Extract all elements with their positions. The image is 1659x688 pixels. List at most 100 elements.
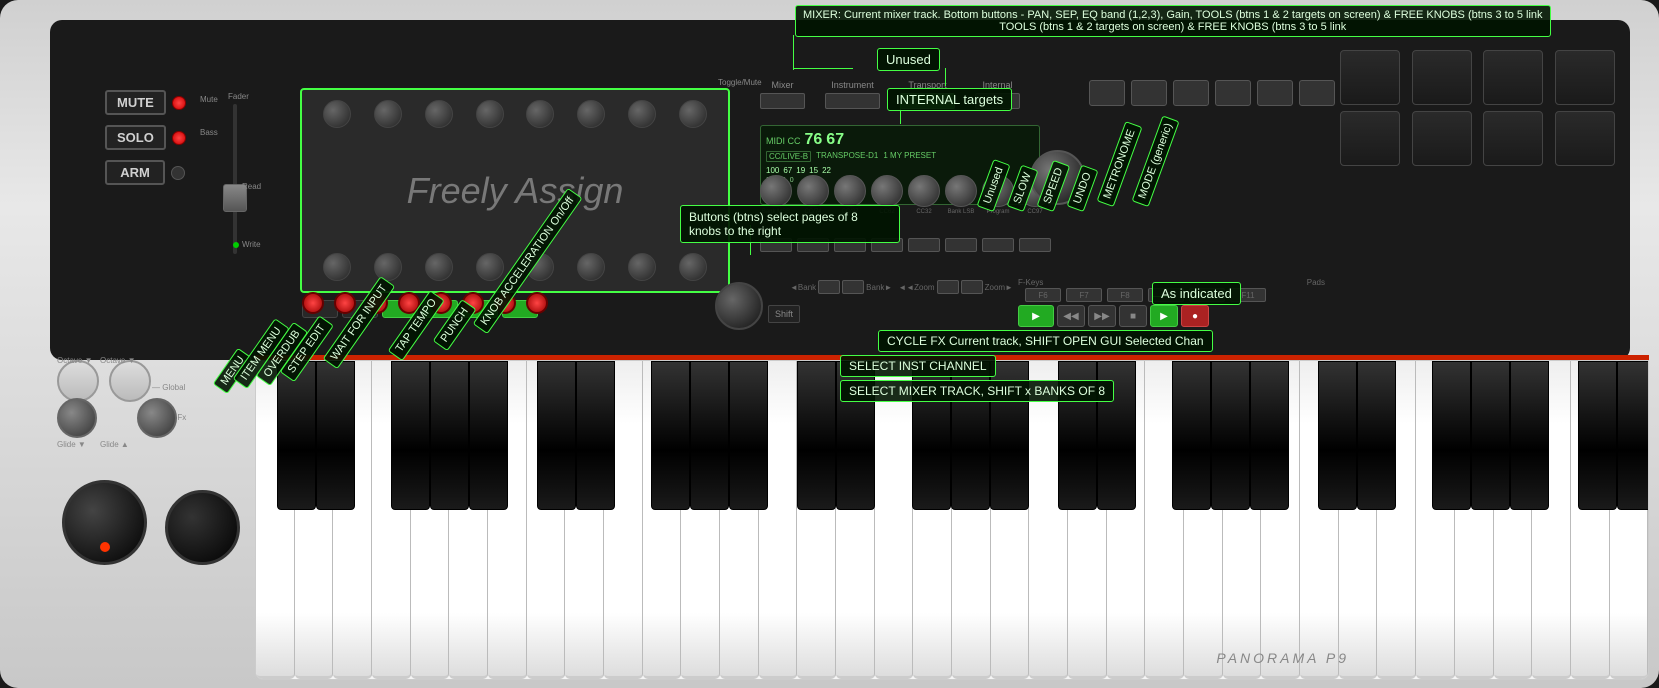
display-knob-3[interactable] (425, 100, 453, 128)
white-key-31[interactable] (1416, 361, 1455, 679)
knob-6[interactable] (945, 175, 977, 207)
display-bot-knob-6[interactable] (577, 253, 605, 281)
zoom-right-btn[interactable] (961, 280, 983, 294)
white-key-23[interactable] (1107, 361, 1146, 679)
white-key-10[interactable] (604, 361, 643, 679)
page-btn-7[interactable] (982, 238, 1014, 252)
page-btn-6[interactable] (945, 238, 977, 252)
display-knob-2[interactable] (374, 100, 402, 128)
display-knob-4[interactable] (476, 100, 504, 128)
knob-1[interactable] (760, 175, 792, 207)
white-key-29[interactable] (1339, 361, 1378, 679)
white-key-19[interactable] (952, 361, 991, 679)
mute-button[interactable]: MUTE (105, 90, 166, 115)
display-knob-1[interactable] (323, 100, 351, 128)
instrument-mode-btn[interactable] (825, 93, 880, 109)
undo-btn[interactable] (1215, 80, 1251, 106)
red-btn-2[interactable] (334, 292, 356, 314)
white-key-14[interactable] (759, 361, 798, 679)
rew-btn[interactable]: ◀◀ (1057, 305, 1085, 327)
drum-pad-1[interactable] (1340, 50, 1400, 105)
f7-btn[interactable]: F7 (1066, 288, 1102, 302)
white-key-36[interactable] (1610, 361, 1649, 679)
bank-left-btn[interactable] (818, 280, 840, 294)
shift-button[interactable]: Shift (768, 305, 800, 323)
white-key-7[interactable] (488, 361, 527, 679)
white-key-27[interactable] (1261, 361, 1300, 679)
white-key-22[interactable] (1068, 361, 1107, 679)
speed-btn[interactable] (1173, 80, 1209, 106)
white-key-5[interactable] (411, 361, 450, 679)
play2-btn[interactable]: ▶ (1150, 305, 1178, 327)
drum-pad-5[interactable] (1340, 111, 1400, 166)
red-btn-8[interactable] (526, 292, 548, 314)
stop-btn[interactable]: ■ (1119, 305, 1147, 327)
white-key-25[interactable] (1184, 361, 1223, 679)
white-key-18[interactable] (913, 361, 952, 679)
knob-4[interactable] (871, 175, 903, 207)
display-bot-knob-4[interactable] (476, 253, 504, 281)
f6-btn[interactable]: F6 (1025, 288, 1061, 302)
ff-btn[interactable]: ▶▶ (1088, 305, 1116, 327)
display-bot-knob-8[interactable] (679, 253, 707, 281)
white-key-11[interactable] (643, 361, 682, 679)
glide-knob-1[interactable] (57, 398, 97, 438)
display-bot-knob-3[interactable] (425, 253, 453, 281)
display-knob-5[interactable] (526, 100, 554, 128)
big-encoder-left[interactable] (62, 480, 147, 565)
solo-button[interactable]: SOLO (105, 125, 166, 150)
display-bot-knob-2[interactable] (374, 253, 402, 281)
drum-pad-3[interactable] (1483, 50, 1543, 105)
white-key-33[interactable] (1494, 361, 1533, 679)
white-key-32[interactable] (1455, 361, 1494, 679)
red-btn-1[interactable] (302, 292, 324, 314)
white-key-1[interactable] (256, 361, 295, 679)
metronome-btn[interactable] (1257, 80, 1293, 106)
display-knob-8[interactable] (679, 100, 707, 128)
white-key-24[interactable] (1145, 361, 1184, 679)
drum-pad-6[interactable] (1412, 111, 1472, 166)
transport-encoder-knob[interactable] (715, 282, 763, 330)
display-bot-knob-1[interactable] (323, 253, 351, 281)
white-key-34[interactable] (1532, 361, 1571, 679)
play-btn[interactable]: ▶ (1018, 305, 1054, 327)
drum-pad-2[interactable] (1412, 50, 1472, 105)
drum-pad-8[interactable] (1555, 111, 1615, 166)
white-key-26[interactable] (1223, 361, 1262, 679)
white-key-2[interactable] (295, 361, 334, 679)
display-bot-knob-7[interactable] (628, 253, 656, 281)
arm-button[interactable]: ARM (105, 160, 165, 185)
slow-btn[interactable] (1131, 80, 1167, 106)
page-btn-8[interactable] (1019, 238, 1051, 252)
knob-2[interactable] (797, 175, 829, 207)
white-key-17[interactable] (875, 361, 914, 679)
mixer-mode-btn[interactable] (760, 93, 805, 109)
white-key-6[interactable] (449, 361, 488, 679)
white-key-35[interactable] (1571, 361, 1610, 679)
octave-btn-1[interactable] (57, 360, 99, 402)
white-key-9[interactable] (565, 361, 604, 679)
display-knob-7[interactable] (628, 100, 656, 128)
drum-pad-4[interactable] (1555, 50, 1615, 105)
unused-btn[interactable] (1089, 80, 1125, 106)
f8-btn[interactable]: F8 (1107, 288, 1143, 302)
white-key-12[interactable] (681, 361, 720, 679)
drum-pad-7[interactable] (1483, 111, 1543, 166)
knob-5[interactable] (908, 175, 940, 207)
white-key-16[interactable] (836, 361, 875, 679)
white-key-15[interactable] (797, 361, 836, 679)
display-knob-6[interactable] (577, 100, 605, 128)
white-key-30[interactable] (1377, 361, 1416, 679)
white-key-4[interactable] (372, 361, 411, 679)
big-encoder-right[interactable] (165, 490, 240, 565)
octave-btn-2[interactable] (109, 360, 151, 402)
zoom-left-btn[interactable] (937, 280, 959, 294)
white-key-21[interactable] (1029, 361, 1068, 679)
knob-3[interactable] (834, 175, 866, 207)
mode-generic-btn[interactable] (1299, 80, 1335, 106)
white-key-3[interactable] (333, 361, 372, 679)
white-key-28[interactable] (1300, 361, 1339, 679)
white-key-20[interactable] (991, 361, 1030, 679)
record-btn[interactable]: ● (1181, 305, 1209, 327)
glide-knob-2[interactable] (137, 398, 177, 438)
